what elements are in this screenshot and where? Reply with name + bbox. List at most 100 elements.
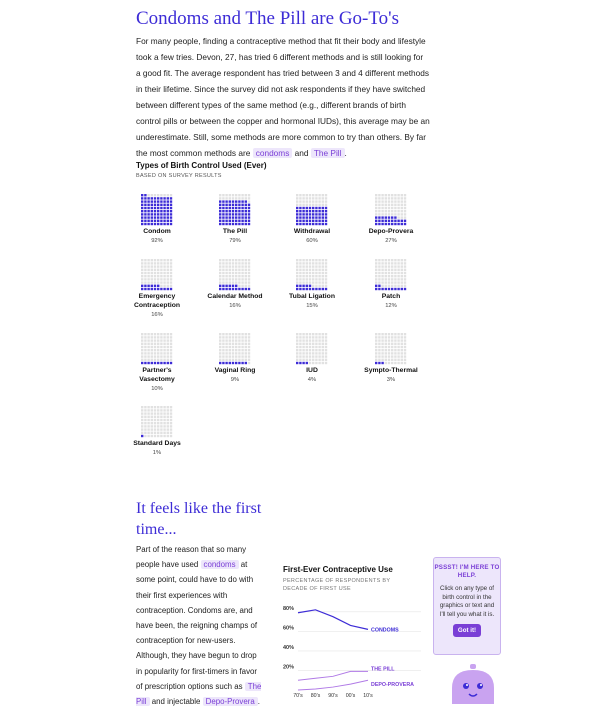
waffle-dot-empty	[318, 339, 321, 342]
waffle-dot-empty	[302, 342, 305, 345]
depo-link[interactable]: Depo-Provera	[202, 697, 258, 707]
waffle-label[interactable]: The Pill	[205, 227, 265, 236]
waffle-dot-empty	[231, 275, 235, 278]
condoms-link-2[interactable]: condoms	[200, 560, 239, 570]
waffle-dot-filled	[228, 216, 231, 219]
waffle-dot-empty	[400, 278, 403, 281]
waffle-dot-filled	[296, 222, 299, 226]
waffle-item[interactable]: Partner's Vasectomy 10%	[127, 333, 187, 393]
waffle-label[interactable]: Partner's Vasectomy	[127, 366, 187, 384]
waffle-item[interactable]: Depo-Provera 27%	[361, 194, 421, 245]
waffle-dot-empty	[160, 262, 163, 265]
waffle-dot-empty	[244, 333, 247, 336]
waffle-label[interactable]: IUD	[282, 366, 342, 375]
waffle-dot-empty	[222, 271, 225, 275]
waffle-dot-empty	[296, 355, 299, 358]
waffle-dot-filled	[225, 361, 228, 365]
waffle-dot-empty	[231, 265, 235, 268]
waffle-dot-filled	[312, 287, 315, 291]
waffle-chart-subtitle: BASED ON SURVEY RESULTS	[136, 173, 222, 179]
waffle-label[interactable]: Patch	[361, 292, 421, 301]
waffle-dot-empty	[147, 415, 150, 418]
waffle-label[interactable]: Calendar Method	[205, 292, 265, 301]
waffle-dot-empty	[312, 281, 315, 284]
waffle-dot-empty	[147, 342, 150, 345]
waffle-dot-empty	[219, 352, 222, 355]
waffle-dot-empty	[235, 281, 238, 284]
waffle-item[interactable]: Tubal Ligation 15%	[282, 259, 342, 310]
waffle-dot-empty	[397, 345, 400, 349]
waffle-dot-empty	[163, 409, 166, 412]
waffle-dot-empty	[381, 352, 384, 355]
waffle-label[interactable]: Vaginal Ring	[205, 366, 265, 375]
waffle-dot-filled	[150, 219, 153, 222]
waffle-dot-empty	[400, 342, 403, 345]
waffle-dot-empty	[381, 194, 384, 197]
waffle-dot-empty	[228, 281, 231, 284]
waffle-dot-filled	[166, 222, 169, 226]
waffle-dot-empty	[169, 355, 173, 358]
waffle-dot-empty	[241, 271, 244, 275]
waffle-dot-filled	[225, 222, 228, 226]
waffle-dot-filled	[144, 287, 147, 291]
waffle-label[interactable]: Withdrawal	[282, 227, 342, 236]
waffle-item[interactable]: Withdrawal 60%	[282, 194, 342, 245]
waffle-dot-empty	[318, 342, 321, 345]
x-tick-label: 10's	[363, 693, 373, 699]
waffle-item[interactable]: Sympto-Thermal 3%	[361, 333, 421, 384]
got-it-button[interactable]: Got it!	[452, 624, 482, 637]
waffle-label[interactable]: Condom	[127, 227, 187, 236]
waffle-item[interactable]: The Pill 79%	[205, 194, 265, 245]
waffle-label[interactable]: Sympto-Thermal	[361, 366, 421, 375]
waffle-dot-empty	[166, 345, 169, 349]
condoms-link[interactable]: condoms	[252, 148, 293, 158]
pill-link[interactable]: The Pill	[310, 148, 345, 158]
waffle-dot-empty	[302, 339, 305, 342]
waffle-dot-empty	[308, 336, 312, 339]
waffle-dot-empty	[222, 352, 225, 355]
waffle-dot-empty	[235, 194, 238, 197]
waffle-dot-empty	[222, 345, 225, 349]
waffle-label[interactable]: Depo-Provera	[361, 227, 421, 236]
waffle-dot-empty	[150, 194, 153, 197]
waffle-dot-filled	[147, 206, 150, 210]
waffle-dot-filled	[219, 203, 222, 206]
waffle-item[interactable]: Calendar Method 16%	[205, 259, 265, 310]
waffle-dot-empty	[400, 213, 403, 216]
waffle-dot-empty	[144, 275, 147, 278]
waffle-item[interactable]: Condom 92%	[127, 194, 187, 245]
waffle-dot-empty	[235, 336, 238, 339]
waffle-dot-empty	[160, 265, 163, 268]
waffle-dot-empty	[141, 259, 144, 262]
waffle-label[interactable]: Emergency Contraception	[127, 292, 187, 310]
waffle-item[interactable]: IUD 4%	[282, 333, 342, 384]
section-heading: Condoms and The Pill are Go-To's	[136, 8, 399, 29]
waffle-dot-empty	[308, 268, 312, 271]
waffle-dot-filled	[144, 200, 147, 203]
waffle-label[interactable]: Tubal Ligation	[282, 292, 342, 301]
waffle-item[interactable]: Patch 12%	[361, 259, 421, 310]
waffle-dot-empty	[235, 352, 238, 355]
waffle-dot-empty	[384, 210, 387, 213]
waffle-dot-empty	[324, 361, 328, 365]
waffle-dot-empty	[315, 336, 318, 339]
waffle-dot-empty	[163, 358, 166, 361]
waffle-dot-empty	[160, 358, 163, 361]
waffle-item[interactable]: Emergency Contraception 16%	[127, 259, 187, 319]
waffle-item[interactable]: Vaginal Ring 9%	[205, 333, 265, 384]
waffle-dot-empty	[153, 281, 157, 284]
waffle-dot-empty	[397, 361, 400, 365]
waffle-dot-empty	[153, 336, 157, 339]
waffle-dot-empty	[381, 336, 384, 339]
waffle-dot-filled	[378, 219, 381, 222]
waffle-dot-empty	[381, 349, 384, 352]
waffle-label[interactable]: Standard Days	[127, 439, 187, 448]
waffle-dot-filled	[153, 197, 157, 200]
waffle-dot-empty	[378, 259, 381, 262]
waffle-dot-filled	[241, 361, 244, 365]
waffle-dot-empty	[247, 336, 251, 339]
waffle-item[interactable]: Standard Days 1%	[127, 406, 187, 457]
waffle-dot-empty	[378, 339, 381, 342]
waffle-dot-filled	[225, 287, 228, 291]
line-chart: 80% 60% 40% 20% 70's 80's 90's 00's 10's CONDOMS T…	[283, 606, 421, 699]
